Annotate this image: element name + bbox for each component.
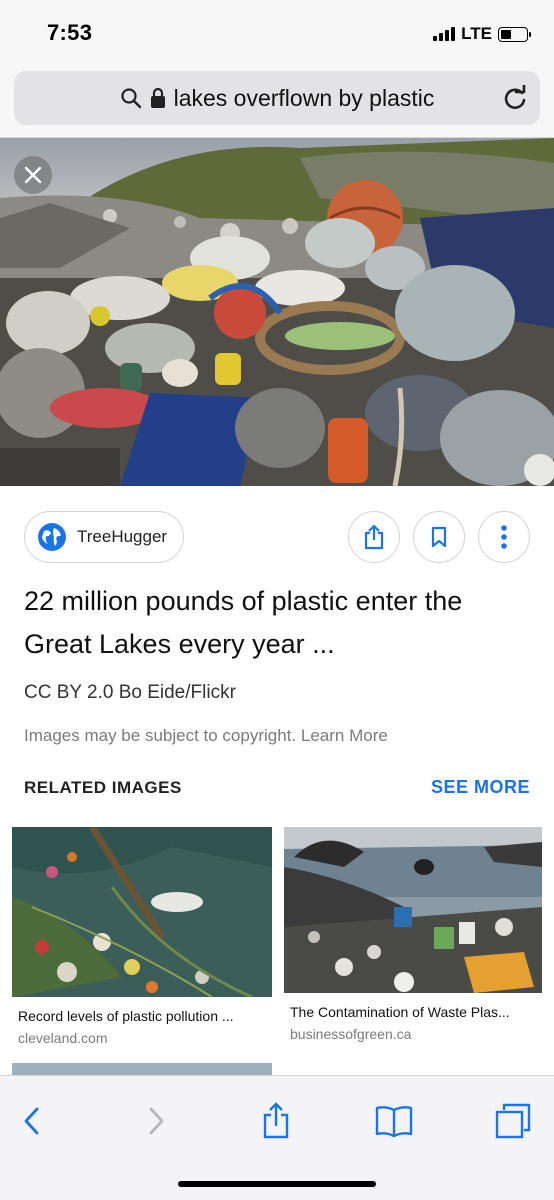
related-image — [284, 827, 542, 993]
related-image — [12, 827, 272, 997]
share-icon — [364, 524, 384, 550]
address-text: lakes overflown by plastic — [173, 84, 435, 111]
bookmarks-icon — [375, 1106, 413, 1138]
related-card[interactable]: The Contamination of Waste Plas... busin… — [284, 827, 542, 1042]
back-button[interactable] — [12, 1101, 52, 1141]
close-icon — [24, 166, 42, 184]
address-area: lakes overflown by plastic — [0, 66, 554, 138]
battery-icon — [498, 26, 531, 42]
tabs-icon — [495, 1103, 531, 1139]
save-button[interactable] — [413, 511, 465, 563]
see-more-link[interactable]: SEE MORE — [431, 777, 530, 798]
tabs-button[interactable] — [493, 1101, 533, 1141]
reload-icon[interactable] — [502, 85, 528, 111]
image-credit: CC BY 2.0 Bo Eide/Flickr — [24, 682, 236, 703]
learn-more-link[interactable]: Learn More — [301, 726, 388, 745]
bookmarks-button[interactable] — [374, 1101, 414, 1141]
hero-image[interactable] — [0, 138, 554, 486]
share-button[interactable] — [256, 1101, 296, 1141]
related-images-header: RELATED IMAGES — [24, 778, 182, 797]
signal-icon — [433, 27, 456, 41]
search-icon — [120, 88, 141, 109]
more-button[interactable] — [478, 511, 530, 563]
status-indicators: LTE — [433, 24, 531, 44]
related-domain: cleveland.com — [18, 1030, 108, 1046]
related-card[interactable]: Record levels of plastic pollution ... c… — [12, 827, 272, 1046]
forward-icon — [149, 1107, 164, 1135]
back-icon — [24, 1107, 39, 1135]
source-chip[interactable]: TreeHugger — [24, 511, 185, 563]
network-type: LTE — [461, 24, 492, 43]
bottom-toolbar — [0, 1075, 554, 1200]
share-button[interactable] — [348, 511, 400, 563]
result-title[interactable]: 22 million pounds of plastic enter the G… — [24, 580, 534, 666]
related-caption: Record levels of plastic pollution ... — [18, 1008, 234, 1024]
more-icon — [501, 525, 507, 549]
copyright-notice: Images may be subject to copyright. Lear… — [24, 726, 388, 746]
globe-icon — [38, 523, 66, 551]
home-indicator[interactable] — [178, 1181, 376, 1187]
source-name: TreeHugger — [77, 527, 168, 546]
related-caption: The Contamination of Waste Plas... — [290, 1004, 510, 1020]
close-button[interactable] — [14, 156, 52, 194]
hero-photo — [0, 138, 554, 486]
status-time: 7:53 — [47, 20, 93, 45]
address-bar[interactable]: lakes overflown by plastic — [14, 71, 540, 125]
related-domain: businessofgreen.ca — [290, 1026, 412, 1042]
copyright-text: Images may be subject to copyright. — [24, 726, 297, 745]
lock-icon — [150, 87, 165, 108]
share-icon — [263, 1102, 289, 1139]
forward-button[interactable] — [136, 1101, 176, 1141]
status-bar: 7:53 LTE — [0, 0, 554, 66]
source-row: TreeHugger — [0, 486, 554, 586]
bookmark-icon — [431, 526, 447, 548]
